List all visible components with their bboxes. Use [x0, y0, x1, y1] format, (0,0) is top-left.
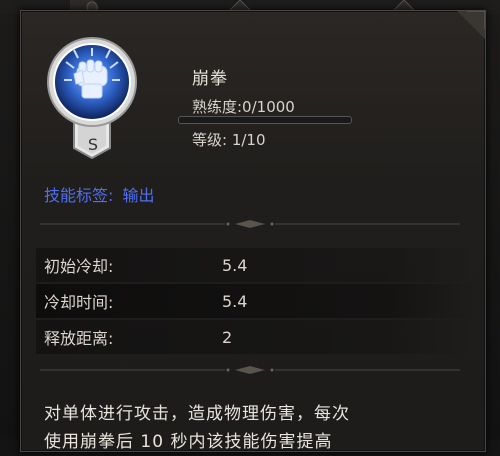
description-line: 对单体进行攻击，造成物理伤害，每次: [44, 404, 350, 424]
skill-grade-badge: S: [87, 135, 99, 154]
panel-corner-ornament: [457, 11, 485, 39]
level-label: 等级: 1/10: [192, 131, 266, 149]
skill-description: 对单体进行攻击，造成物理伤害，每次 使用崩拳后 10 秒内该技能伤害提高: [44, 400, 464, 456]
stat-label: 初始冷却:: [44, 257, 114, 276]
stat-row-cooldown: 冷却时间: 5.4: [36, 284, 476, 318]
divider: [40, 366, 460, 374]
stat-value: 5.4: [222, 291, 248, 311]
stat-row-initial-cooldown: 初始冷却: 5.4: [36, 248, 476, 282]
skill-tags-label: 技能标签:: [44, 186, 114, 205]
stat-label: 冷却时间:: [44, 293, 114, 312]
mastery-label: 熟练度:0/1000: [192, 98, 295, 116]
divider: [40, 220, 460, 228]
skill-tags: 技能标签: 输出: [44, 182, 159, 206]
stats-list: 初始冷却: 5.4 冷却时间: 5.4 释放距离: 2: [36, 248, 476, 356]
stat-value: 2: [222, 327, 233, 347]
description-line: 使用崩拳后 10 秒内该技能伤害提高: [44, 432, 333, 452]
skill-name: 崩拳: [192, 69, 228, 89]
skill-tags-value: 输出: [122, 186, 155, 205]
stat-value: 5.4: [222, 255, 248, 275]
mastery-progress-bar: [178, 116, 352, 124]
stat-row-range: 释放距离: 2: [36, 320, 476, 354]
stat-label: 释放距离:: [44, 329, 114, 348]
